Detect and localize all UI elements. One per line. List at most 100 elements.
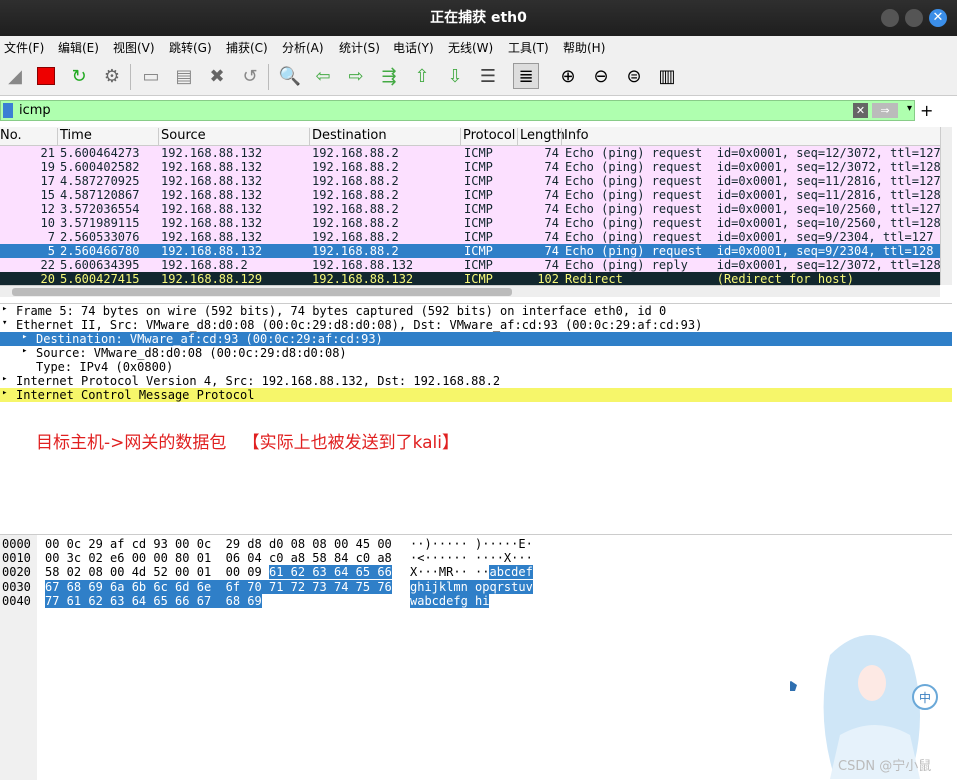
expand-icon[interactable]: ▸ bbox=[22, 332, 27, 342]
packet-list-hscroll[interactable] bbox=[0, 285, 940, 297]
packet-row[interactable]: 5 2.560466780 192.168.88.132 192.168.88.2 IC… bbox=[0, 244, 940, 258]
menu-help[interactable]: 帮助(H) bbox=[563, 39, 605, 56]
menu-tools[interactable]: 工具(T) bbox=[508, 39, 549, 56]
reload-file-icon[interactable]: ↺ bbox=[237, 63, 263, 89]
menu-analyze[interactable]: 分析(A) bbox=[282, 39, 324, 56]
filter-input[interactable]: icmp bbox=[19, 103, 51, 118]
packet-row[interactable]: 7 2.560533076 192.168.88.132 192.168.88.2 IC… bbox=[0, 230, 940, 244]
packet-info: Echo (ping) request id=0x0001, seq=11/28… bbox=[565, 188, 940, 202]
zoom-in-icon[interactable]: ⊕ bbox=[555, 63, 581, 89]
menu-view[interactable]: 视图(V) bbox=[113, 39, 155, 56]
packet-time: 5.600464273 bbox=[60, 146, 140, 160]
hex-ascii[interactable]: ghijklmn opqrstuv bbox=[410, 579, 533, 594]
menu-statistics[interactable]: 统计(S) bbox=[339, 39, 380, 56]
detail-row[interactable]: ▸ Source: VMware_d8:d0:08 (00:0c:29:d8:d0… bbox=[0, 346, 952, 360]
col-protocol[interactable]: Protocol bbox=[460, 128, 515, 146]
col-info[interactable]: Info bbox=[561, 128, 589, 146]
col-destination[interactable]: Destination bbox=[309, 128, 387, 146]
shark-fin-icon[interactable]: ◢ bbox=[2, 63, 28, 89]
detail-row[interactable]: ▾ Ethernet II, Src: VMware_d8:d0:08 (00:0… bbox=[0, 318, 952, 332]
col-time[interactable]: Time bbox=[57, 128, 92, 146]
ascii-plain: ··)····· )·····E· bbox=[410, 537, 533, 551]
go-last-icon[interactable]: ⇩ bbox=[442, 63, 468, 89]
detail-row[interactable]: Type: IPv4 (0x0800) bbox=[0, 360, 952, 374]
find-packet-icon[interactable]: 🔍 bbox=[277, 63, 303, 89]
hex-bytes-selected: 61 62 63 64 65 66 bbox=[268, 565, 392, 580]
hex-bytes[interactable]: 67 68 69 6a 6b 6c 6d 6e 6f 70 71 72 73 7… bbox=[45, 579, 392, 594]
apply-filter-icon[interactable]: ⇒ bbox=[872, 103, 898, 118]
hex-ascii[interactable]: ·<······ ····X··· bbox=[410, 551, 533, 565]
go-forward-icon[interactable]: ⇨ bbox=[343, 63, 369, 89]
hex-bytes-plain: 00 3c 02 e6 00 00 80 01 06 04 c0 a8 58 8… bbox=[45, 551, 392, 566]
packet-row[interactable]: 12 3.572036554 192.168.88.132 192.168.88.2 I… bbox=[0, 202, 940, 216]
display-filter-bar[interactable]: icmp ✕ ⇒ ▾ bbox=[0, 100, 915, 121]
open-file-icon[interactable]: ▭ bbox=[138, 63, 164, 89]
resize-columns-icon[interactable]: ▥ bbox=[654, 63, 680, 89]
colorize-icon[interactable]: ≣ bbox=[513, 63, 539, 89]
capture-options-icon[interactable]: ⚙ bbox=[99, 63, 125, 89]
collapse-icon[interactable]: ▾ bbox=[2, 318, 7, 328]
col-source[interactable]: Source bbox=[158, 128, 206, 146]
bookmark-icon[interactable] bbox=[3, 103, 13, 118]
expand-icon[interactable]: ▸ bbox=[22, 346, 27, 356]
restart-capture-icon[interactable]: ↻ bbox=[66, 63, 92, 89]
packet-row[interactable]: 20 5.600427415 192.168.88.129 192.168.88.13… bbox=[0, 272, 940, 285]
save-file-icon[interactable]: ▤ bbox=[171, 63, 197, 89]
hex-bytes[interactable]: 00 0c 29 af cd 93 00 0c 29 d8 d0 08 08 0… bbox=[45, 537, 392, 551]
menu-file[interactable]: 文件(F) bbox=[4, 39, 44, 56]
hex-bytes[interactable]: 58 02 08 00 4d 52 00 01 00 09 61 62 63 6… bbox=[45, 565, 392, 580]
packet-info: Echo (ping) request id=0x0001, seq=10/25… bbox=[565, 202, 940, 216]
packet-row[interactable]: 10 3.571989115 192.168.88.132 192.168.88.2 I… bbox=[0, 216, 940, 230]
menu-telephony[interactable]: 电话(Y) bbox=[393, 39, 434, 56]
expand-icon[interactable]: ▸ bbox=[2, 388, 7, 398]
col-length[interactable]: Length bbox=[517, 128, 565, 146]
menu-wireless[interactable]: 无线(W) bbox=[448, 39, 493, 56]
packet-info: Redirect (Redirect for host) bbox=[565, 272, 854, 285]
go-to-packet-icon[interactable]: ⇶ bbox=[376, 63, 402, 89]
detail-row[interactable]: ▸ Destination: VMware_af:cd:93 (00:0c:29:… bbox=[0, 332, 952, 346]
go-back-icon[interactable]: ⇦ bbox=[310, 63, 336, 89]
close-button[interactable]: ✕ bbox=[929, 9, 947, 27]
packet-row[interactable]: 15 4.587120867 192.168.88.132 192.168.88.2 I… bbox=[0, 188, 940, 202]
menu-edit[interactable]: 编辑(E) bbox=[58, 39, 99, 56]
menu-capture[interactable]: 捕获(C) bbox=[226, 39, 268, 56]
hex-bytes[interactable]: 77 61 62 63 64 65 66 67 68 69 bbox=[45, 593, 262, 608]
ascii-plain: ·<······ ····X··· bbox=[410, 551, 533, 566]
menu-go[interactable]: 跳转(G) bbox=[169, 39, 212, 56]
hex-bytes[interactable]: 00 3c 02 e6 00 00 80 01 06 04 c0 a8 58 8… bbox=[45, 551, 392, 565]
maximize-button[interactable] bbox=[905, 9, 923, 27]
close-file-icon[interactable]: ✖ bbox=[204, 63, 230, 89]
expand-icon[interactable]: ▸ bbox=[2, 374, 7, 384]
packet-dst: 192.168.88.2 bbox=[312, 244, 399, 258]
detail-row[interactable]: ▸ Frame 5: 74 bytes on wire (592 bits), 7… bbox=[0, 304, 952, 318]
packet-no: 15 bbox=[40, 188, 55, 202]
packet-row[interactable]: 21 5.600464273 192.168.88.132 192.168.88.2 I… bbox=[0, 146, 940, 160]
zoom-reset-icon[interactable]: ⊜ bbox=[621, 63, 647, 89]
packet-row[interactable]: 17 4.587270925 192.168.88.132 192.168.88.2 I… bbox=[0, 174, 940, 188]
autoscroll-icon[interactable]: ☰ bbox=[475, 63, 501, 89]
hex-ascii[interactable]: ··)····· )·····E· bbox=[410, 537, 533, 551]
filter-dropdown-icon[interactable]: ▾ bbox=[907, 103, 912, 114]
go-first-icon[interactable]: ⇧ bbox=[409, 63, 435, 89]
packet-time: 5.600427415 bbox=[60, 272, 140, 285]
packet-row[interactable]: 22 5.600634395 192.168.88.2 192.168.88.132 I… bbox=[0, 258, 940, 272]
clear-filter-icon[interactable]: ✕ bbox=[853, 103, 868, 118]
detail-row[interactable]: ▸ Internet Protocol Version 4, Src: 192.1… bbox=[0, 374, 952, 388]
expand-icon[interactable]: ▸ bbox=[2, 304, 7, 314]
stop-capture-icon[interactable] bbox=[33, 63, 59, 89]
minimize-button[interactable] bbox=[881, 9, 899, 27]
col-no[interactable]: No. bbox=[0, 128, 22, 146]
detail-row[interactable]: ▸ Internet Control Message Protocol bbox=[0, 388, 952, 402]
window-title: 正在捕获 eth0 bbox=[430, 10, 527, 26]
packet-time: 2.560466780 bbox=[60, 244, 140, 258]
zoom-out-icon[interactable]: ⊖ bbox=[588, 63, 614, 89]
packet-no: 5 bbox=[47, 244, 55, 258]
hex-ascii[interactable]: wabcdefg hi bbox=[410, 593, 490, 608]
packet-no: 12 bbox=[40, 202, 55, 216]
detail-text: Destination: VMware_af:cd:93 (00:0c:29:a… bbox=[36, 332, 383, 346]
add-filter-button[interactable]: + bbox=[920, 101, 933, 120]
hex-ascii[interactable]: X···MR·· ··abcdef bbox=[410, 565, 533, 580]
packet-row[interactable]: 19 5.600402582 192.168.88.132 192.168.88.2 I… bbox=[0, 160, 940, 174]
packet-no: 20 bbox=[40, 272, 55, 285]
packet-list-vscroll[interactable] bbox=[940, 127, 952, 285]
